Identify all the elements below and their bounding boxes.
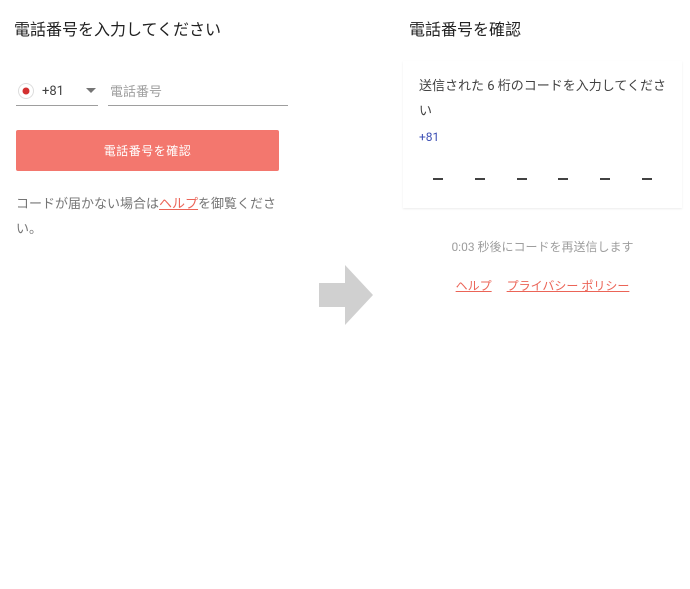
phone-input-row: +81 [16,79,279,106]
code-digit-1[interactable] [425,166,451,186]
code-verify-panel: 電話番号を確認 送信された 6 桁のコードを入力してください +81 0:03 … [395,0,690,589]
dial-code-label: +81 [42,84,64,99]
code-digit-6[interactable] [634,166,660,186]
code-card: 送信された 6 桁のコードを入力してください +81 [403,61,682,208]
right-content: 送信された 6 桁のコードを入力してください +81 0:03 秒後にコードを再… [395,55,690,294]
help-link[interactable]: ヘルプ [159,197,198,212]
country-code-select[interactable]: +81 [16,79,98,106]
chevron-down-icon [86,88,96,94]
resend-timer: 0:03 秒後にコードを再送信します [395,238,690,255]
bottom-links: ヘルプ プライバシー ポリシー [395,277,690,294]
page-title-right: 電話番号を確認 [395,0,690,55]
phone-number-input[interactable] [108,80,288,106]
privacy-policy-link[interactable]: プライバシー ポリシー [507,279,630,293]
code-digit-2[interactable] [467,166,493,186]
help-text: コードが届かない場合はヘルプを御覧ください。 [16,193,279,242]
dial-code-display: +81 [419,130,666,144]
help-prefix: コードが届かない場合は [16,197,159,212]
code-digit-3[interactable] [509,166,535,186]
help-link-right[interactable]: ヘルプ [456,279,492,293]
code-input-row[interactable] [419,166,666,192]
left-content: +81 電話番号を確認 コードが届かない場合はヘルプを御覧ください。 [0,55,295,260]
verify-phone-button[interactable]: 電話番号を確認 [16,130,279,171]
code-digit-5[interactable] [592,166,618,186]
code-digit-4[interactable] [550,166,576,186]
code-instruction: 送信された 6 桁のコードを入力してください [419,75,666,124]
arrow-right-icon [315,259,375,331]
page-title-left: 電話番号を入力してください [0,0,295,55]
flow-arrow-spacer [295,0,395,589]
phone-entry-panel: 電話番号を入力してください +81 電話番号を確認 コードが届かない場合はヘルプ… [0,0,295,589]
flag-japan-icon [18,83,34,99]
